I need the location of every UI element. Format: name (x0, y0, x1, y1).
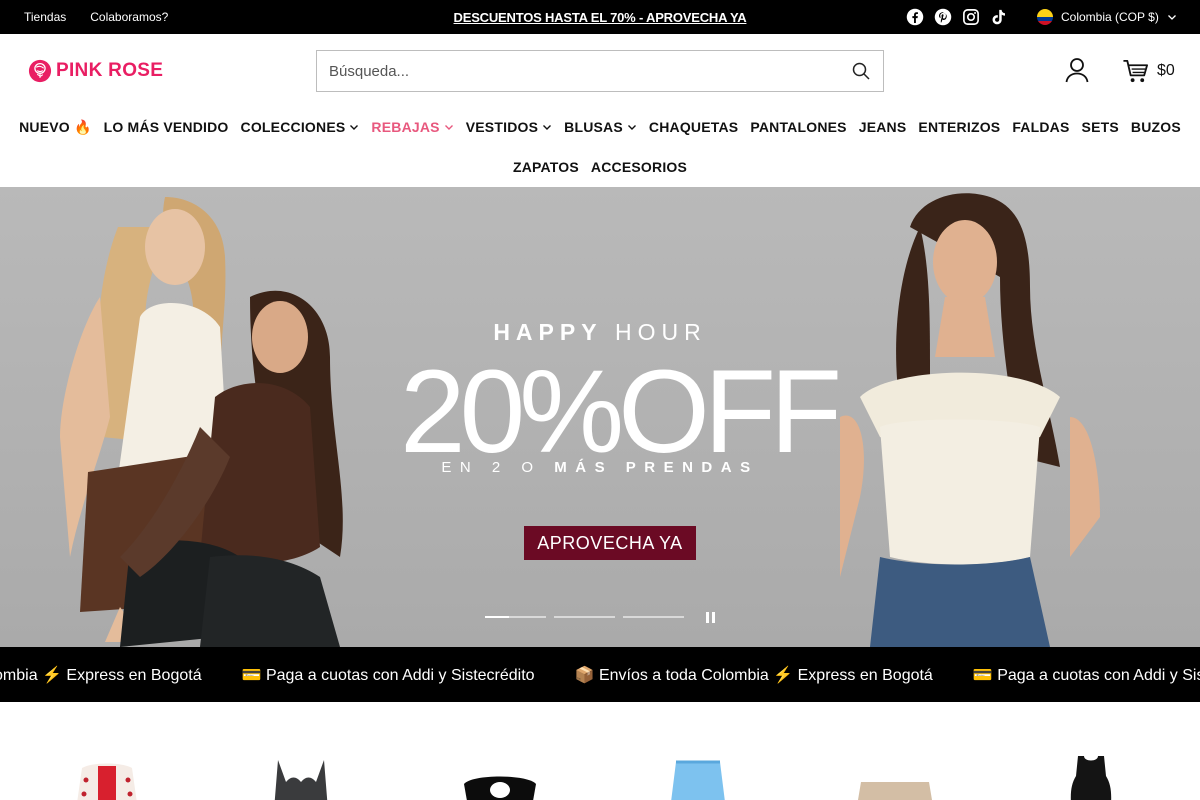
promo-link[interactable]: DESCUENTOS HASTA EL 70% - APROVECHA YA (454, 10, 747, 25)
hero-cta-button[interactable]: APROVECHA YA (524, 526, 696, 560)
stores-link[interactable]: Tiendas (24, 10, 66, 24)
nav-item-vestidos[interactable]: VESTIDOS (466, 119, 552, 135)
pause-icon[interactable] (706, 612, 716, 623)
instagram-icon[interactable] (962, 8, 980, 26)
nav-item-label: CHAQUETAS (648, 119, 739, 135)
search-bar (316, 50, 884, 92)
colombia-flag-icon (1037, 9, 1053, 25)
chevron-down-icon (543, 125, 552, 130)
marquee-message: 📦 Envíos a toda Colombia ⚡ Express en Bo… (574, 666, 933, 684)
locale-selector[interactable]: Colombia (COP $) (1037, 0, 1177, 34)
nav-item-label: REBAJAS (371, 119, 440, 135)
model-right-image (840, 193, 1100, 647)
nav-item-label: ZAPATOS (512, 159, 579, 175)
nav-item-label: VESTIDOS (465, 119, 539, 135)
pinterest-icon[interactable] (934, 8, 952, 26)
nav-item-label: SETS (1081, 119, 1119, 135)
hero-sub-light: EN 2 O (441, 459, 542, 476)
bodysuit-thumbnail[interactable] (266, 760, 336, 800)
nav-item-label: BUZOS (1130, 119, 1181, 135)
cart-total: $0 (1157, 62, 1175, 79)
blue-shorts-thumbnail[interactable] (668, 760, 728, 800)
social-links (906, 0, 1008, 34)
announcement-bar: Tiendas Colaboramos? DESCUENTOS HASTA EL… (0, 0, 1200, 34)
cardigan-thumbnail[interactable] (72, 760, 142, 800)
hero-sub-bold: MÁS PRENDAS (554, 459, 759, 476)
nav-item-zapatos[interactable]: ZAPATOS (513, 159, 579, 175)
hero-headline: 20%OFF (400, 346, 842, 478)
collaborate-link[interactable]: Colaboramos? (90, 10, 168, 24)
nav-item-colecciones[interactable]: COLECCIONES (241, 119, 360, 135)
nav-item-sets[interactable]: SETS (1082, 119, 1119, 135)
nav-item-label: NUEVO 🔥 (19, 118, 92, 135)
nav-item-pantalones[interactable]: PANTALONES (750, 119, 846, 135)
search-icon[interactable] (851, 61, 871, 81)
locale-label: Colombia (COP $) (1061, 10, 1159, 24)
site-logo[interactable]: PINK ROSE (28, 58, 163, 84)
nav-item-blusas[interactable]: BLUSAS (564, 119, 637, 135)
nav-item-enterizos[interactable]: ENTERIZOS (918, 119, 1000, 135)
nav-item-chaquetas[interactable]: CHAQUETAS (649, 119, 738, 135)
facebook-icon[interactable] (906, 8, 924, 26)
account-icon[interactable] (1064, 57, 1090, 83)
tiktok-icon[interactable] (990, 8, 1008, 26)
hero-subheadline: EN 2 O MÁS PRENDAS (400, 459, 800, 476)
nav-item-nuevo[interactable]: NUEVO 🔥 (19, 119, 92, 136)
black-bodysuit-thumbnail[interactable] (1066, 756, 1116, 800)
cart-icon (1123, 59, 1148, 82)
nav-item-jeans[interactable]: JEANS (859, 119, 907, 135)
hero-banner[interactable]: HAPPY HOUR 20%OFF EN 2 O MÁS PRENDAS APR… (0, 187, 1200, 647)
hero-copy: HAPPY HOUR 20%OFF EN 2 O MÁS PRENDAS APR… (400, 187, 842, 647)
promo-banner: DESCUENTOS HASTA EL 70% - APROVECHA YA (0, 0, 1200, 34)
hero-eyebrow-light: HOUR (614, 319, 707, 345)
nav-row-primary: NUEVO 🔥 LO MÁS VENDIDO COLECCIONES REBAJAS V… (0, 108, 1200, 146)
nav-item-faldas[interactable]: FALDAS (1012, 119, 1069, 135)
slide-indicator-2[interactable] (554, 616, 615, 618)
benefits-marquee: Colombia ⚡ Express en Bogotá 💳 Paga a cu… (0, 647, 1200, 702)
hero-eyebrow: HAPPY HOUR (400, 319, 800, 346)
marquee-track: Colombia ⚡ Express en Bogotá 💳 Paga a cu… (0, 647, 1200, 702)
marquee-message: 💳 Paga a cuotas con Addi y Sistecrédito (972, 666, 1200, 684)
beige-skirt-thumbnail[interactable] (855, 778, 935, 800)
slide-indicator-1[interactable] (485, 616, 546, 618)
chevron-down-icon (627, 125, 636, 130)
main-navigation: NUEVO 🔥 LO MÁS VENDIDO COLECCIONES REBAJAS V… (0, 108, 1200, 188)
nav-row-secondary: ZAPATOS ACCESORIOS (0, 146, 1200, 188)
nav-item-label: FALDAS (1012, 119, 1070, 135)
logo-text: PINK ROSE (56, 60, 164, 81)
chevron-down-icon (444, 125, 453, 130)
marquee-message: Colombia ⚡ Express en Bogotá (0, 666, 202, 684)
slide-indicators (485, 616, 684, 618)
nav-item-label: BLUSAS (564, 119, 623, 135)
nav-item-rebajas[interactable]: REBAJAS (371, 119, 453, 135)
nav-item-accesorios[interactable]: ACCESORIOS (591, 159, 687, 175)
nav-item-label: ENTERIZOS (918, 119, 1001, 135)
search-input[interactable] (317, 51, 837, 91)
nav-item-buzos[interactable]: BUZOS (1131, 119, 1181, 135)
chevron-down-icon (350, 125, 359, 130)
nav-item-label: PANTALONES (750, 119, 847, 135)
topbar-links: Tiendas Colaboramos? (24, 0, 168, 34)
nav-item-lo-más-vendido[interactable]: LO MÁS VENDIDO (104, 119, 229, 135)
models-left-image (60, 197, 343, 647)
hero-eyebrow-bold: HAPPY (493, 319, 603, 345)
nav-item-label: ACCESORIOS (590, 159, 688, 175)
cart-button[interactable]: $0 (1122, 57, 1175, 85)
rose-logo-icon (28, 59, 52, 83)
nav-item-label: JEANS (858, 119, 907, 135)
marquee-message: 💳 Paga a cuotas con Addi y Sistecrédito (241, 666, 535, 684)
category-thumbnails (0, 702, 1200, 800)
slide-indicator-3[interactable] (623, 616, 684, 618)
nav-item-label: COLECCIONES (240, 119, 346, 135)
black-top-thumbnail[interactable] (460, 768, 540, 800)
nav-item-label: LO MÁS VENDIDO (103, 119, 229, 135)
chevron-down-icon (1167, 15, 1176, 20)
